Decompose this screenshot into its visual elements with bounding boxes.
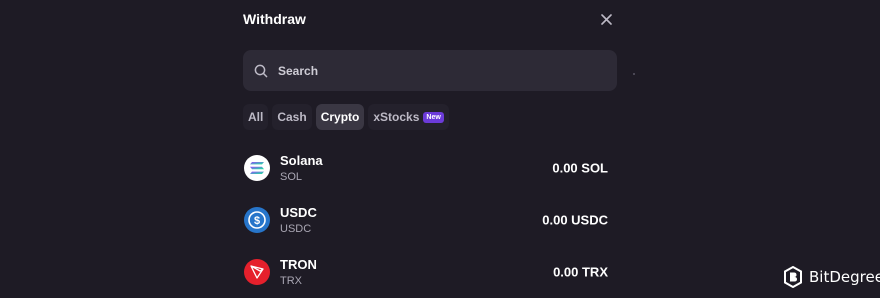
bitdegree-logo-icon (782, 266, 804, 288)
new-badge: New (423, 111, 444, 123)
asset-tabs: All Cash Crypto xStocks New (243, 104, 449, 130)
asset-name: TRON (280, 257, 317, 272)
bitdegree-watermark: BitDegree (782, 266, 880, 288)
tab-label: All (248, 110, 264, 124)
close-icon (600, 13, 612, 25)
asset-list: Solana SOL 0.00 SOL $ USDC USDC 0.00 USD… (243, 142, 617, 298)
asset-balance: 0.00 USDC (542, 212, 608, 228)
search-input[interactable] (276, 62, 600, 79)
tab-label: Cash (277, 110, 307, 124)
tab-all[interactable]: All (243, 104, 269, 130)
asset-balance: 0.00 TRX (553, 264, 608, 280)
usdc-icon: $ (244, 207, 270, 233)
asset-name: USDC (280, 205, 317, 220)
divider-dot (633, 73, 635, 75)
tab-label: xStocks (373, 110, 420, 124)
asset-row-tron[interactable]: TRON TRX 0.00 TRX (243, 246, 617, 298)
search-field[interactable] (243, 50, 617, 91)
asset-name: Solana (280, 153, 323, 168)
tab-xstocks[interactable]: xStocks New (368, 104, 449, 130)
close-button[interactable] (595, 8, 617, 30)
search-icon (254, 63, 270, 79)
modal-title: Withdraw (243, 11, 306, 27)
asset-symbol: USDC (280, 223, 312, 235)
asset-symbol: TRX (280, 275, 302, 287)
asset-balance: 0.00 SOL (552, 160, 608, 176)
tron-icon (244, 259, 270, 285)
asset-row-usdc[interactable]: $ USDC USDC 0.00 USDC (243, 194, 617, 246)
brand-name: BitDegree (809, 268, 880, 286)
tab-label: Crypto (320, 110, 360, 124)
withdraw-modal: Withdraw All Cash Crypto xStocks New (226, 0, 634, 298)
asset-symbol: SOL (280, 171, 303, 183)
solana-icon (244, 155, 270, 181)
tab-crypto[interactable]: Crypto (315, 104, 365, 130)
tab-cash[interactable]: Cash (272, 104, 312, 130)
asset-row-solana[interactable]: Solana SOL 0.00 SOL (243, 142, 617, 194)
svg-text:$: $ (254, 215, 260, 227)
